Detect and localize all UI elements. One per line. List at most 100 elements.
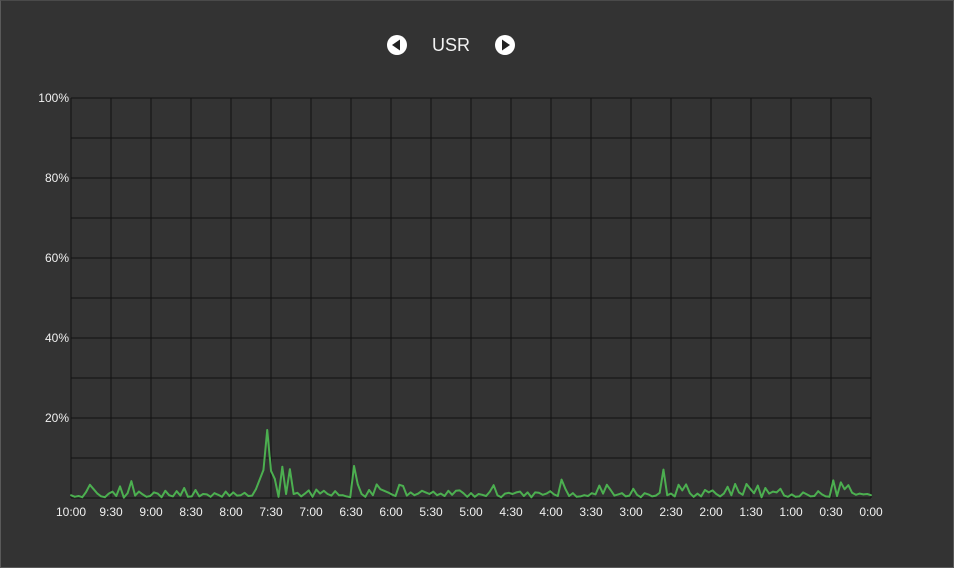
usr-data-point	[821, 493, 823, 496]
usr-data-point	[375, 483, 378, 486]
usr-data-point	[304, 492, 306, 495]
x-tick-label: 9:30	[99, 505, 123, 519]
usr-data-point	[824, 495, 827, 498]
usr-data-point	[832, 479, 835, 482]
usr-data-point	[179, 494, 182, 497]
usr-line-chart: 20% 40% 60% 80% 100% 10:00 9:30 9:00 8:30 8:00 7:3…	[38, 91, 883, 519]
usr-data-point	[605, 483, 608, 486]
usr-data-point	[100, 495, 103, 498]
y-tick-label: 20%	[45, 411, 69, 425]
usr-data-point	[466, 495, 469, 498]
usr-data-point	[647, 493, 650, 496]
usr-data-point	[473, 495, 476, 498]
usr-data-point	[628, 494, 631, 497]
usr-data-point	[704, 489, 706, 491]
usr-data-point	[726, 485, 729, 488]
usr-data-point	[534, 491, 537, 494]
usr-data-point	[73, 495, 76, 498]
usr-data-point	[345, 495, 348, 498]
usr-data-point	[247, 495, 250, 497]
x-tick-label: 3:00	[619, 505, 643, 519]
usr-data-point	[658, 491, 661, 494]
usr-data-point	[183, 487, 186, 489]
usr-data-point	[413, 494, 416, 497]
usr-data-point	[160, 496, 163, 499]
usr-data-point	[556, 495, 559, 497]
x-tick-label: 2:00	[699, 505, 723, 519]
usr-data-point	[643, 492, 646, 495]
usr-data-point	[673, 495, 676, 498]
usr-data-point	[107, 492, 110, 495]
usr-data-point	[92, 488, 95, 491]
usr-data-point	[288, 468, 291, 471]
usr-data-point	[338, 494, 340, 497]
usr-data-point	[485, 495, 487, 497]
usr-data-point	[202, 493, 204, 495]
usr-data-point	[711, 489, 714, 492]
usr-data-point	[232, 491, 235, 494]
usr-data-point	[277, 495, 280, 498]
usr-data-point	[458, 489, 461, 492]
usr-data-point	[719, 495, 721, 498]
x-tick-label: 3:30	[579, 505, 603, 519]
usr-data-point	[519, 490, 521, 493]
usr-data-point	[526, 491, 529, 494]
usr-data-point	[741, 493, 744, 496]
usr-data-point	[462, 492, 465, 495]
usr-data-point	[560, 478, 563, 481]
usr-data-point	[190, 495, 193, 498]
x-tick-label: 6:30	[339, 505, 363, 519]
y-tick-label: 60%	[45, 251, 69, 265]
usr-data-point	[266, 429, 269, 431]
usr-data-point	[481, 493, 484, 496]
usr-data-point	[81, 496, 84, 499]
usr-data-point	[666, 494, 669, 497]
usr-data-point	[315, 488, 318, 491]
usr-data-point	[194, 489, 197, 491]
usr-data-point	[836, 495, 838, 497]
usr-data-point	[322, 489, 325, 492]
usr-data-point	[111, 490, 114, 493]
usr-data-point	[756, 484, 759, 487]
usr-data-point	[870, 494, 872, 497]
usr-data-point	[851, 491, 854, 494]
usr-data-point	[602, 492, 604, 495]
usr-data-point	[511, 493, 514, 495]
usr-data-point	[594, 493, 597, 496]
usr-data-point	[768, 492, 771, 495]
usr-data-point	[175, 490, 178, 493]
usr-data-point	[805, 493, 808, 496]
usr-data-point	[632, 487, 635, 490]
usr-data-point	[575, 495, 578, 498]
usr-data-point	[428, 493, 431, 495]
x-tick-label: 5:30	[419, 505, 443, 519]
usr-data-point	[330, 494, 333, 497]
usr-data-point	[122, 496, 125, 499]
usr-data-point	[243, 491, 246, 494]
usr-data-point	[417, 492, 420, 495]
usr-data-point	[439, 492, 442, 495]
usr-data-point	[307, 489, 310, 492]
usr-data-point	[70, 494, 72, 497]
usr-data-point	[696, 492, 699, 495]
usr-data-point	[760, 496, 763, 499]
usr-data-point	[145, 495, 148, 498]
usr-data-point	[639, 496, 642, 499]
usr-data-point	[421, 489, 423, 492]
usr-data-point	[662, 468, 665, 471]
usr-data-point	[700, 495, 703, 498]
usr-data-point	[621, 492, 623, 495]
y-tick-label: 40%	[45, 331, 69, 345]
usr-data-point	[149, 495, 152, 497]
usr-data-point	[734, 483, 737, 485]
usr-data-point	[296, 491, 299, 494]
usr-data-point	[432, 490, 435, 493]
usr-data-point	[326, 493, 329, 495]
usr-data-point	[205, 493, 208, 496]
usr-data-point	[270, 469, 272, 472]
usr-data-point	[598, 484, 601, 487]
usr-data-point	[749, 487, 752, 490]
x-tick-label: 1:00	[779, 505, 803, 519]
usr-data-point	[360, 493, 363, 495]
usr-data-point	[281, 465, 284, 468]
